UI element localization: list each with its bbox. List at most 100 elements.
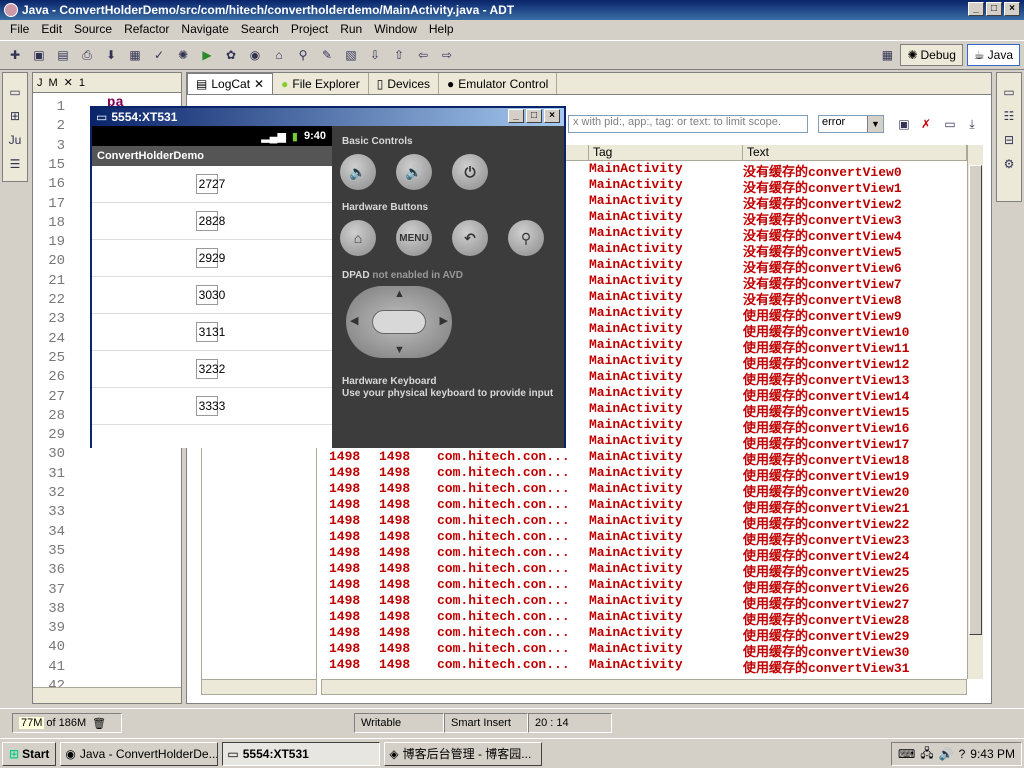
tab-logcat[interactable]: ▤ LogCat ✕ [187, 73, 274, 94]
outline-icon[interactable]: ☰ [6, 155, 24, 173]
back-button[interactable]: ↶ [452, 220, 488, 256]
coverage-icon[interactable]: ◉ [246, 46, 264, 64]
open-type-icon[interactable]: ⌂ [270, 46, 288, 64]
log-row[interactable]: 1498 1498 com.hitech.con... MainActivity 使用缓… [321, 577, 967, 596]
list-item[interactable]: 30 30 [92, 277, 332, 314]
home-button[interactable]: ⌂ [340, 220, 376, 256]
menu-source[interactable]: Source [68, 22, 118, 36]
menu-navigate[interactable]: Navigate [175, 22, 234, 36]
lint-icon[interactable]: ✓ [150, 46, 168, 64]
new-icon[interactable]: ✚ [6, 46, 24, 64]
emu-close-button[interactable]: × [544, 109, 560, 123]
save-log-icon[interactable]: ▣ [895, 115, 913, 133]
volume-icon[interactable]: 🔊 [939, 747, 954, 761]
editor-tab[interactable]: M [49, 77, 58, 89]
volume-down-button[interactable]: 🔈 [340, 154, 376, 190]
close-button[interactable]: × [1004, 2, 1020, 16]
dpad-down-icon[interactable]: ▼ [394, 344, 405, 356]
next-annotation-icon[interactable]: ⇩ [366, 46, 384, 64]
restore-icon[interactable]: ▭ [6, 83, 24, 101]
editor-hscroll[interactable] [33, 687, 181, 703]
keyboard-icon[interactable]: ⌨ [898, 747, 915, 761]
log-row[interactable]: 1498 1498 com.hitech.con... MainActivity 使用缓… [321, 513, 967, 532]
perspective-debug[interactable]: ✺ Debug [900, 44, 963, 66]
log-row[interactable]: 1498 1498 com.hitech.con... MainActivity 使用缓… [321, 545, 967, 564]
tab-file-explorer[interactable]: ● File Explorer [273, 73, 369, 94]
sdk-manager-icon[interactable]: ⬇ [102, 46, 120, 64]
scroll-thumb[interactable] [969, 165, 982, 635]
window-title-bar[interactable]: Java - ConvertHolderDemo/src/com/hitech/… [0, 0, 1024, 20]
log-row[interactable]: 1498 1498 com.hitech.con... MainActivity 使用缓… [321, 657, 967, 676]
outline-view-icon[interactable]: ⊟ [1000, 131, 1018, 149]
close-tab-icon[interactable]: ✕ [64, 76, 73, 89]
dpad-left-icon[interactable]: ◀ [350, 314, 358, 327]
search-filter-input[interactable]: x with pid:, app:, tag: or text: to limi… [568, 115, 808, 133]
dpad-up-icon[interactable]: ▲ [394, 288, 405, 300]
tab-emulator-control[interactable]: ● Emulator Control [439, 73, 558, 94]
annotation-icon[interactable]: ✎ [318, 46, 336, 64]
log-row[interactable]: 1498 1498 com.hitech.con... MainActivity 使用缓… [321, 561, 967, 580]
menu-window[interactable]: Window [368, 22, 423, 36]
save-all-icon[interactable]: ▤ [54, 46, 72, 64]
filters-hscroll[interactable] [201, 679, 317, 695]
dpad-control[interactable]: ▲ ▼ ◀ ▶ [346, 286, 452, 358]
log-row[interactable]: 1498 1498 com.hitech.con... MainActivity 使用缓… [321, 529, 967, 548]
heap-status[interactable]: 77M of 186M 🗑 [12, 713, 122, 733]
menu-button[interactable]: MENU [396, 220, 432, 256]
external-tools-icon[interactable]: ✿ [222, 46, 240, 64]
menu-help[interactable]: Help [423, 22, 460, 36]
close-icon[interactable]: ✕ [254, 77, 264, 91]
log-row[interactable]: 1498 1498 com.hitech.con... MainActivity 使用缓… [321, 593, 967, 612]
menu-file[interactable]: File [4, 22, 35, 36]
forward-icon[interactable]: ⇨ [438, 46, 456, 64]
clear-log-icon[interactable]: ✗ [917, 115, 935, 133]
log-row[interactable]: 1498 1498 com.hitech.con... MainActivity 使用缓… [321, 481, 967, 500]
emu-maximize-button[interactable]: □ [526, 109, 542, 123]
log-row[interactable]: 1498 1498 com.hitech.con... MainActivity 使用缓… [321, 465, 967, 484]
log-hscroll[interactable] [321, 679, 967, 695]
power-button[interactable]: ⏻ [452, 154, 488, 190]
trash-icon[interactable]: 🗑 [92, 717, 106, 730]
log-row[interactable]: 1498 1498 com.hitech.con... MainActivity 使用缓… [321, 641, 967, 660]
tab-devices[interactable]: ▯ Devices [369, 73, 440, 94]
log-row[interactable]: 1498 1498 com.hitech.con... MainActivity 使用缓… [321, 497, 967, 516]
save-icon[interactable]: ▣ [30, 46, 48, 64]
phone-screen[interactable]: ▂▄▆ ▮ 9:40 ConvertHolderDemo 27 27 28 28 29 2… [92, 126, 332, 448]
list-item[interactable]: 28 28 [92, 203, 332, 240]
junit-icon[interactable]: Ju [6, 131, 24, 149]
menu-refactor[interactable]: Refactor [118, 22, 175, 36]
phone-list[interactable]: 27 27 28 28 29 29 30 30 31 31 32 32 33 33 [92, 166, 332, 425]
more-tabs[interactable]: 1 [79, 77, 85, 89]
menu-edit[interactable]: Edit [35, 22, 68, 36]
emu-minimize-button[interactable]: _ [508, 109, 524, 123]
scroll-lock-icon[interactable]: ⤓ [963, 115, 981, 133]
back-icon[interactable]: ⇦ [414, 46, 432, 64]
emulator-window[interactable]: ▭ 5554:XT531 _ □ × ▂▄▆ ▮ 9:40 ConvertHol… [90, 106, 566, 448]
print-icon[interactable]: ⎙ [78, 46, 96, 64]
volume-up-button[interactable]: 🔊 [396, 154, 432, 190]
dpad-center-button[interactable] [372, 310, 426, 334]
log-row[interactable]: 1498 1498 com.hitech.con... MainActivity 使用缓… [321, 625, 967, 644]
log-vscroll[interactable] [967, 145, 983, 679]
log-row[interactable]: 1498 1498 com.hitech.con... MainActivity 使用缓… [321, 609, 967, 628]
search-button[interactable]: ⚲ [508, 220, 544, 256]
perspective-java[interactable]: ☕ Java [966, 44, 1020, 66]
chevron-down-icon[interactable]: ▼ [867, 116, 883, 132]
start-button[interactable]: ⊞ Start [2, 741, 57, 766]
col-text[interactable]: Text [743, 145, 967, 160]
task-browser[interactable]: ◈ 博客后台管理 - 博客园... [384, 741, 543, 766]
run-icon[interactable]: ▶ [198, 46, 216, 64]
search-icon[interactable]: ⚲ [294, 46, 312, 64]
col-tag[interactable]: Tag [589, 145, 743, 160]
list-item[interactable]: 29 29 [92, 240, 332, 277]
maximize-button[interactable]: □ [986, 2, 1002, 16]
task-emulator[interactable]: ▭ 5554:XT531 [222, 741, 381, 766]
menu-search[interactable]: Search [235, 22, 285, 36]
dpad-right-icon[interactable]: ▶ [440, 314, 448, 327]
network-icon[interactable]: 🖧 [920, 744, 933, 765]
gear-icon[interactable]: ⚙ [1000, 155, 1018, 173]
list-item[interactable]: 27 27 [92, 166, 332, 203]
prev-annotation-icon[interactable]: ⇧ [390, 46, 408, 64]
emulator-title-bar[interactable]: ▭ 5554:XT531 _ □ × [92, 108, 564, 126]
minimize-button[interactable]: _ [968, 2, 984, 16]
